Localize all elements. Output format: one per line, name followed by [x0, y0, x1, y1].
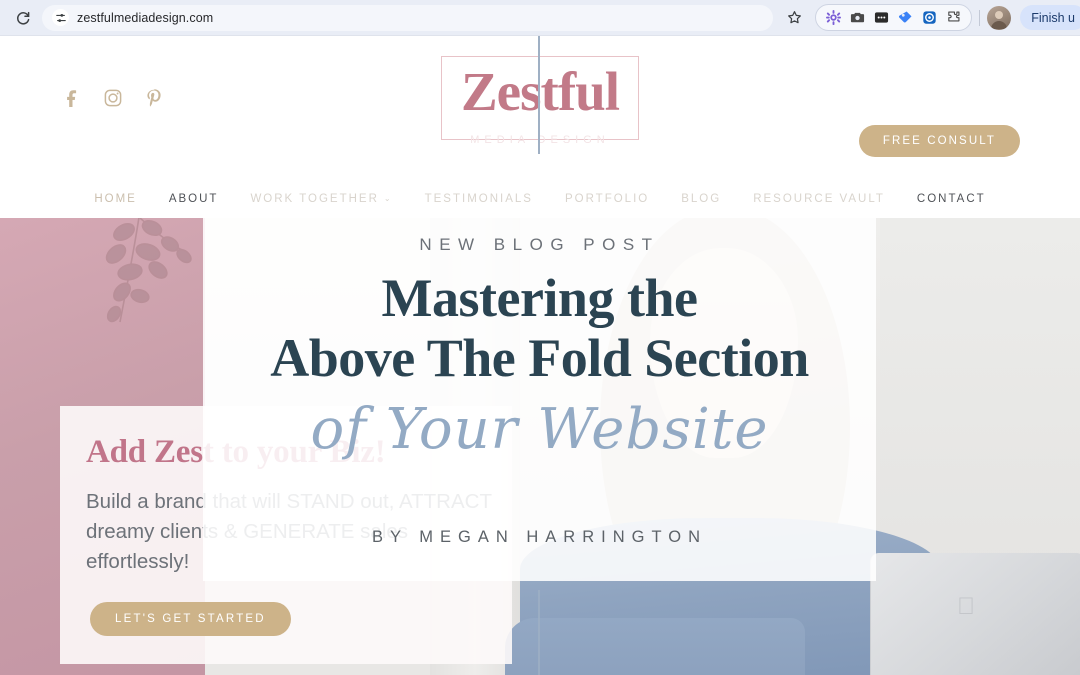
page-viewport:  — [0, 36, 1080, 675]
site-header: Zestful MEDIA DESIGN FREE CONSULT HOME A… — [0, 36, 1080, 218]
facebook-icon[interactable] — [62, 88, 82, 108]
address-bar[interactable]: zestfulmediadesign.com — [42, 4, 774, 31]
blog-byline: BY MEGAN HARRINGTON — [371, 528, 707, 546]
woman-arm — [505, 618, 805, 675]
social-links — [62, 88, 164, 108]
puzzle-extension-icon[interactable] — [943, 7, 964, 28]
star-icon[interactable] — [781, 5, 807, 31]
site-logo[interactable]: Zestful MEDIA DESIGN — [433, 50, 647, 158]
finish-update-button[interactable]: Finish u — [1020, 5, 1080, 30]
nav-item-work-together[interactable]: WORK TOGETHER ⌄ — [234, 193, 408, 205]
apple-logo-icon:  — [957, 595, 979, 621]
url-text: zestfulmediadesign.com — [77, 10, 214, 25]
toolbar-divider — [979, 9, 981, 26]
nav-item-portfolio[interactable]: PORTFOLIO — [549, 193, 665, 205]
more-options-icon[interactable] — [871, 7, 892, 28]
blog-title-script-line: of Your Website — [310, 397, 769, 462]
avatar[interactable] — [987, 5, 1012, 30]
chevron-down-icon: ⌄ — [383, 194, 393, 203]
nav-item-contact[interactable]: CONTACT — [901, 193, 1002, 205]
blog-title-line-2: Above The Fold Section — [270, 328, 809, 389]
nav-label: PORTFOLIO — [564, 193, 650, 205]
gear-flower-icon[interactable] — [823, 7, 844, 28]
eucalyptus-sprig-icon — [105, 218, 192, 323]
nav-item-testimonials[interactable]: TESTIMONIALS — [409, 193, 549, 205]
blog-kicker: NEW BLOG POST — [419, 235, 660, 254]
blog-post-overlay-card: NEW BLOG POST Mastering the Above The Fo… — [203, 216, 876, 581]
free-consult-button[interactable]: FREE CONSULT — [858, 125, 1020, 157]
camera-icon[interactable] — [847, 7, 868, 28]
nav-label: HOME — [94, 193, 137, 205]
nav-item-about[interactable]: ABOUT — [153, 193, 235, 205]
logo-tagline: MEDIA DESIGN — [470, 134, 610, 146]
lets-get-started-button[interactable]: LET'S GET STARTED — [90, 602, 291, 636]
site-settings-icon[interactable] — [52, 9, 69, 26]
reload-icon[interactable] — [10, 5, 36, 31]
nav-item-home[interactable]: HOME — [78, 193, 153, 205]
extensions-pill — [815, 4, 973, 31]
nav-label: TESTIMONIALS — [424, 193, 533, 205]
nav-label: WORK TOGETHER — [250, 193, 379, 205]
instagram-icon[interactable] — [103, 88, 123, 108]
nav-item-blog[interactable]: BLOG — [665, 193, 737, 205]
blog-title: Mastering the Above The Fold Section — [193, 268, 886, 389]
blog-title-line-1: Mastering the — [381, 268, 698, 328]
nav-label: RESOURCE VAULT — [753, 193, 885, 205]
vertical-accent-line-bottom — [538, 590, 540, 675]
nav-label: CONTACT — [916, 193, 986, 205]
nav-label: BLOG — [681, 193, 722, 205]
nav-label: ABOUT — [168, 193, 219, 205]
logo-wordmark: Zestful — [461, 61, 620, 122]
pinterest-icon[interactable] — [144, 88, 164, 108]
main-navigation: HOME ABOUT WORK TOGETHER ⌄ TESTIMONIALS … — [0, 180, 1080, 218]
browser-toolbar: zestfulmediadesign.com Finish u — [0, 0, 1080, 36]
screenshot-icon[interactable] — [919, 7, 940, 28]
vertical-accent-line-top — [538, 36, 540, 154]
laptop:  — [870, 553, 1080, 675]
tag-icon[interactable] — [895, 7, 916, 28]
nav-item-resource-vault[interactable]: RESOURCE VAULT — [737, 193, 901, 205]
